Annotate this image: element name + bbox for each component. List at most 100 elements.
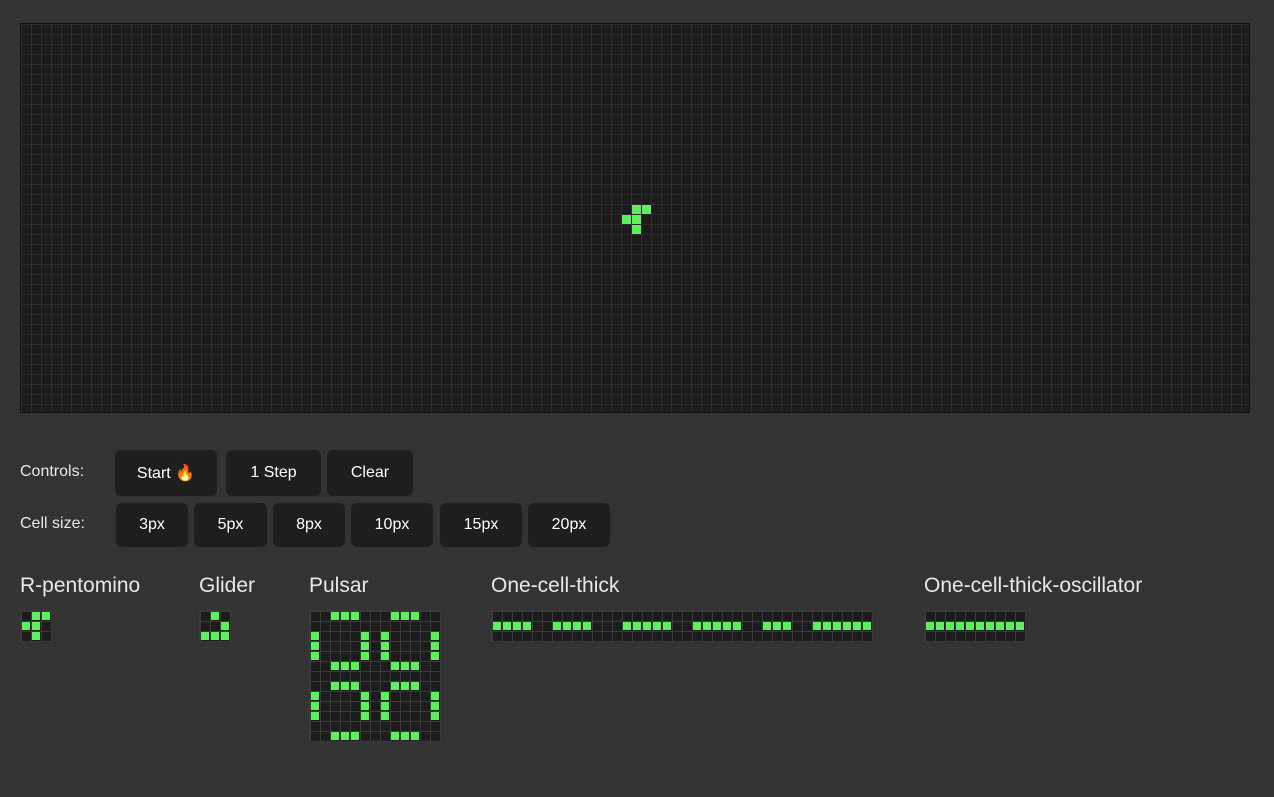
- preset-cell: [573, 622, 581, 630]
- preset-cell: [361, 632, 369, 640]
- preset-cell: [553, 622, 561, 630]
- preset-one-cell-thick[interactable]: [491, 610, 873, 642]
- preset-cell: [946, 622, 954, 630]
- preset-cell: [523, 622, 531, 630]
- preset-cell: [311, 692, 319, 700]
- start-button[interactable]: Start 🔥: [115, 450, 217, 496]
- preset-cell: [311, 712, 319, 720]
- game-board[interactable]: [20, 23, 1250, 413]
- preset-cell: [32, 622, 40, 630]
- cell-size-3px-button[interactable]: 3px: [116, 503, 188, 547]
- preset-cell: [32, 632, 40, 640]
- preset-cell: [653, 622, 661, 630]
- preset-pulsar[interactable]: [309, 610, 441, 742]
- preset-cell: [563, 622, 571, 630]
- preset-cell: [863, 622, 871, 630]
- preset-cell: [583, 622, 591, 630]
- preset-cell: [996, 622, 1004, 630]
- preset-cell: [331, 662, 339, 670]
- preset-cell: [763, 622, 771, 630]
- preset-cell: [361, 692, 369, 700]
- preset-glider[interactable]: [199, 610, 231, 642]
- preset-title-glider: Glider: [199, 574, 256, 597]
- preset-cell: [361, 702, 369, 710]
- preset-cell: [411, 732, 419, 740]
- preset-cell: [361, 712, 369, 720]
- preset-cell: [813, 622, 821, 630]
- preset-cell: [633, 622, 641, 630]
- preset-cell: [1006, 622, 1014, 630]
- cell-size-5px-button[interactable]: 5px: [194, 503, 267, 547]
- preset-cell: [733, 622, 741, 630]
- preset-cell: [401, 662, 409, 670]
- preset-cell: [22, 622, 30, 630]
- preset-cell: [926, 622, 934, 630]
- preset-title-r-pentomino: R-pentomino: [20, 574, 141, 597]
- preset-cell: [956, 622, 964, 630]
- preset-cell: [42, 612, 50, 620]
- preset-cell: [311, 652, 319, 660]
- preset-cell: [643, 622, 651, 630]
- preset-cell: [361, 652, 369, 660]
- preset-cell: [431, 652, 439, 660]
- preset-cell: [966, 622, 974, 630]
- preset-title-pulsar: Pulsar: [309, 574, 369, 597]
- cell-size-8px-button[interactable]: 8px: [273, 503, 345, 547]
- preset-cell: [381, 652, 389, 660]
- preset-cell: [351, 682, 359, 690]
- preset-cell: [391, 612, 399, 620]
- preset-cell: [341, 682, 349, 690]
- preset-cell: [351, 662, 359, 670]
- preset-one-cell-thick-oscillator[interactable]: [924, 610, 1026, 642]
- live-cell[interactable]: [632, 225, 641, 234]
- live-cell[interactable]: [622, 215, 631, 224]
- preset-cell: [311, 642, 319, 650]
- preset-cell: [311, 702, 319, 710]
- preset-cell: [331, 682, 339, 690]
- preset-cell: [381, 712, 389, 720]
- preset-cell: [431, 702, 439, 710]
- preset-cell: [211, 632, 219, 640]
- preset-cell: [341, 662, 349, 670]
- preset-cell: [693, 622, 701, 630]
- live-cell[interactable]: [632, 205, 641, 214]
- preset-cell: [381, 632, 389, 640]
- preset-cell: [411, 682, 419, 690]
- preset-cell: [391, 662, 399, 670]
- preset-cell: [663, 622, 671, 630]
- preset-cell: [493, 622, 501, 630]
- preset-cell: [331, 732, 339, 740]
- preset-cell: [823, 622, 831, 630]
- clear-button[interactable]: Clear: [327, 450, 413, 496]
- preset-cell: [431, 692, 439, 700]
- preset-cell: [221, 622, 229, 630]
- step-button[interactable]: 1 Step: [226, 450, 321, 496]
- cell-size-15px-button[interactable]: 15px: [440, 503, 522, 547]
- preset-cell: [986, 622, 994, 630]
- preset-cell: [703, 622, 711, 630]
- preset-cell: [431, 712, 439, 720]
- preset-cell: [401, 612, 409, 620]
- preset-cell: [341, 732, 349, 740]
- cell-size-20px-button[interactable]: 20px: [528, 503, 610, 547]
- preset-cell: [331, 612, 339, 620]
- preset-cell: [351, 732, 359, 740]
- preset-cell: [381, 642, 389, 650]
- preset-r-pentomino[interactable]: [20, 610, 52, 642]
- live-cell[interactable]: [632, 215, 641, 224]
- preset-cell: [843, 622, 851, 630]
- preset-cell: [401, 682, 409, 690]
- preset-cell: [351, 612, 359, 620]
- preset-cell: [341, 612, 349, 620]
- preset-cell: [723, 622, 731, 630]
- live-cell[interactable]: [642, 205, 651, 214]
- preset-title-one-cell-thick: One-cell-thick: [491, 574, 620, 597]
- preset-cell: [401, 732, 409, 740]
- controls-label: Controls:: [20, 463, 85, 480]
- preset-cell: [411, 612, 419, 620]
- cell-size-10px-button[interactable]: 10px: [351, 503, 433, 547]
- preset-cell: [976, 622, 984, 630]
- cell-size-label: Cell size:: [20, 515, 85, 532]
- preset-cell: [503, 622, 511, 630]
- preset-cell: [513, 622, 521, 630]
